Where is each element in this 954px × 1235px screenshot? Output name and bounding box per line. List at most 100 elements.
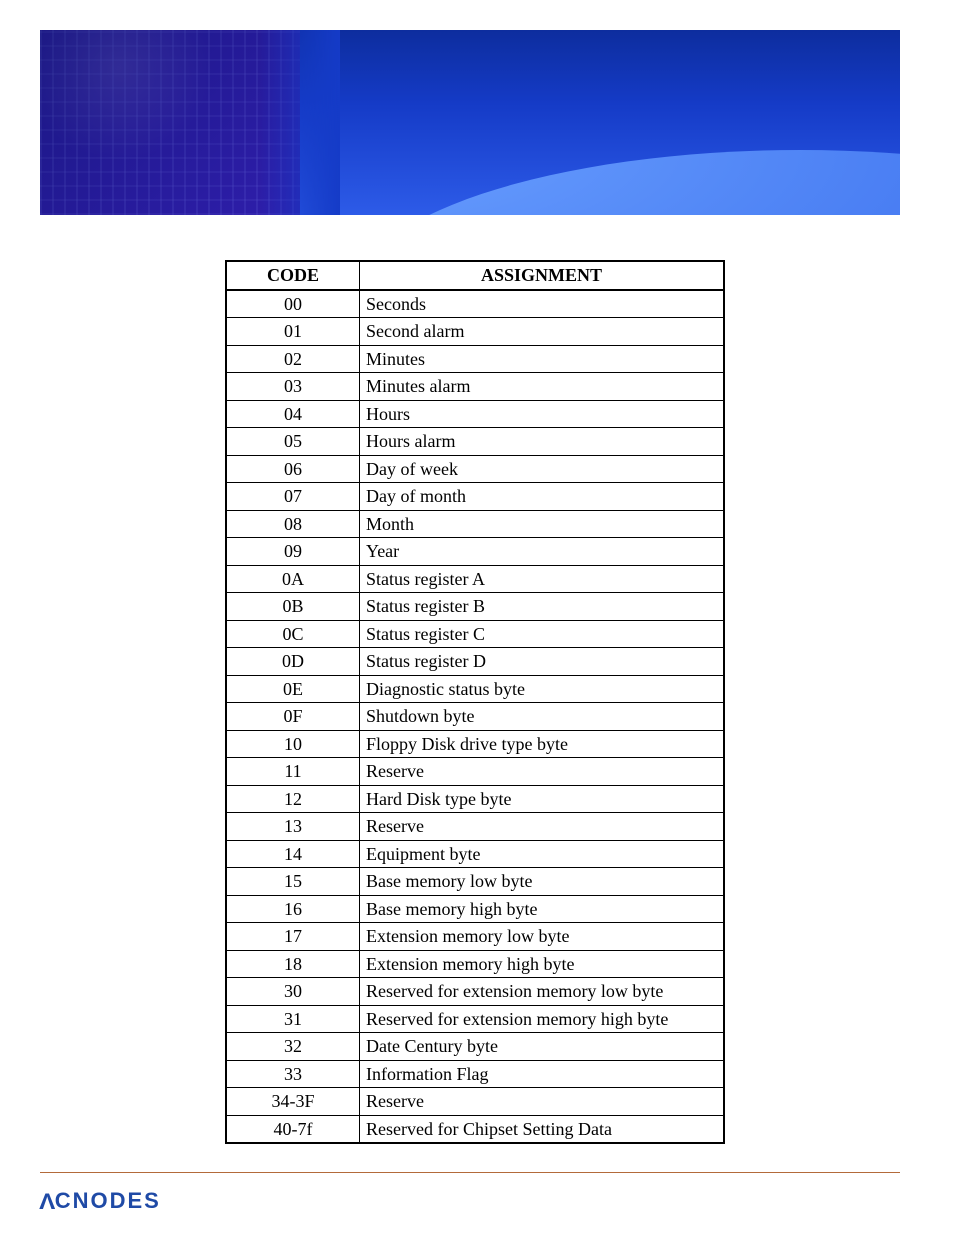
cell-code: 03 [226, 373, 360, 401]
table-row: 15Base memory low byte [226, 868, 724, 896]
cell-code: 01 [226, 318, 360, 346]
cell-code: 32 [226, 1033, 360, 1061]
table-row: 0BStatus register B [226, 593, 724, 621]
cell-code: 10 [226, 730, 360, 758]
cell-assignment: Day of week [360, 455, 725, 483]
page: CODE ASSIGNMENT 00Seconds 01Second alarm… [0, 0, 954, 1235]
cell-code: 31 [226, 1005, 360, 1033]
table-row: 16Base memory high byte [226, 895, 724, 923]
cell-code: 0C [226, 620, 360, 648]
cell-code: 00 [226, 290, 360, 318]
table-row: 30Reserved for extension memory low byte [226, 978, 724, 1006]
cell-code: 09 [226, 538, 360, 566]
table-row: 32Date Century byte [226, 1033, 724, 1061]
code-table-wrap: CODE ASSIGNMENT 00Seconds 01Second alarm… [225, 260, 725, 1144]
header-banner [40, 30, 900, 215]
table-row: 18Extension memory high byte [226, 950, 724, 978]
table-row: 14Equipment byte [226, 840, 724, 868]
cell-assignment: Hours [360, 400, 725, 428]
cell-code: 14 [226, 840, 360, 868]
cell-code: 0B [226, 593, 360, 621]
cell-code: 0E [226, 675, 360, 703]
cell-assignment: Day of month [360, 483, 725, 511]
cell-code: 34-3F [226, 1088, 360, 1116]
cell-assignment: Status register C [360, 620, 725, 648]
table-row: 0DStatus register D [226, 648, 724, 676]
cell-assignment: Minutes [360, 345, 725, 373]
cell-code: 18 [226, 950, 360, 978]
cell-assignment: Reserve [360, 758, 725, 786]
cell-code: 33 [226, 1060, 360, 1088]
cell-code: 13 [226, 813, 360, 841]
cell-assignment: Hard Disk type byte [360, 785, 725, 813]
cell-code: 07 [226, 483, 360, 511]
cell-assignment: Status register A [360, 565, 725, 593]
cell-code: 16 [226, 895, 360, 923]
table-row: 11Reserve [226, 758, 724, 786]
brand-caret-icon: Λ [39, 1189, 57, 1215]
code-assignment-table: CODE ASSIGNMENT 00Seconds 01Second alarm… [225, 260, 725, 1144]
cell-assignment: Base memory low byte [360, 868, 725, 896]
cell-code: 12 [226, 785, 360, 813]
table-row: 0EDiagnostic status byte [226, 675, 724, 703]
cell-code: 40-7f [226, 1115, 360, 1143]
header-pcb-art [40, 30, 300, 215]
table-row: 07Day of month [226, 483, 724, 511]
cell-code: 17 [226, 923, 360, 951]
cell-assignment: Equipment byte [360, 840, 725, 868]
cell-code: 04 [226, 400, 360, 428]
table-row: 40-7fReserved for Chipset Setting Data [226, 1115, 724, 1143]
table-row: 05Hours alarm [226, 428, 724, 456]
table-row: 00Seconds [226, 290, 724, 318]
table-row: 10Floppy Disk drive type byte [226, 730, 724, 758]
header-code: CODE [226, 261, 360, 290]
footer-rule [40, 1172, 900, 1173]
cell-assignment: Status register B [360, 593, 725, 621]
table-row: 09Year [226, 538, 724, 566]
cell-assignment: Reserve [360, 813, 725, 841]
table-row: 33Information Flag [226, 1060, 724, 1088]
cell-assignment: Second alarm [360, 318, 725, 346]
table-row: 13Reserve [226, 813, 724, 841]
cell-assignment: Date Century byte [360, 1033, 725, 1061]
table-row: 08Month [226, 510, 724, 538]
cell-code: 0F [226, 703, 360, 731]
cell-assignment: Extension memory high byte [360, 950, 725, 978]
cell-code: 02 [226, 345, 360, 373]
table-row: 04Hours [226, 400, 724, 428]
table-row: 03Minutes alarm [226, 373, 724, 401]
table-row: 06Day of week [226, 455, 724, 483]
cell-assignment: Hours alarm [360, 428, 725, 456]
table-row: 02Minutes [226, 345, 724, 373]
table-row: 0CStatus register C [226, 620, 724, 648]
cell-assignment: Reserved for Chipset Setting Data [360, 1115, 725, 1143]
table-row: 0AStatus register A [226, 565, 724, 593]
table-body: 00Seconds 01Second alarm 02Minutes 03Min… [226, 290, 724, 1144]
cell-code: 0A [226, 565, 360, 593]
table-row: 12Hard Disk type byte [226, 785, 724, 813]
cell-assignment: Year [360, 538, 725, 566]
table-row: 31Reserved for extension memory high byt… [226, 1005, 724, 1033]
cell-assignment: Floppy Disk drive type byte [360, 730, 725, 758]
cell-code: 08 [226, 510, 360, 538]
cell-assignment: Reserved for extension memory high byte [360, 1005, 725, 1033]
brand-logo: ΛCNODES [40, 1188, 161, 1214]
table-row: 01Second alarm [226, 318, 724, 346]
cell-assignment: Reserve [360, 1088, 725, 1116]
cell-assignment: Month [360, 510, 725, 538]
cell-code: 11 [226, 758, 360, 786]
table-row: 34-3FReserve [226, 1088, 724, 1116]
table-header-row: CODE ASSIGNMENT [226, 261, 724, 290]
cell-code: 0D [226, 648, 360, 676]
table-row: 0FShutdown byte [226, 703, 724, 731]
cell-code: 05 [226, 428, 360, 456]
cell-assignment: Status register D [360, 648, 725, 676]
cell-code: 30 [226, 978, 360, 1006]
header-assignment: ASSIGNMENT [360, 261, 725, 290]
brand-text: CNODES [55, 1188, 161, 1213]
cell-code: 15 [226, 868, 360, 896]
cell-assignment: Minutes alarm [360, 373, 725, 401]
cell-assignment: Reserved for extension memory low byte [360, 978, 725, 1006]
table-row: 17Extension memory low byte [226, 923, 724, 951]
cell-assignment: Base memory high byte [360, 895, 725, 923]
